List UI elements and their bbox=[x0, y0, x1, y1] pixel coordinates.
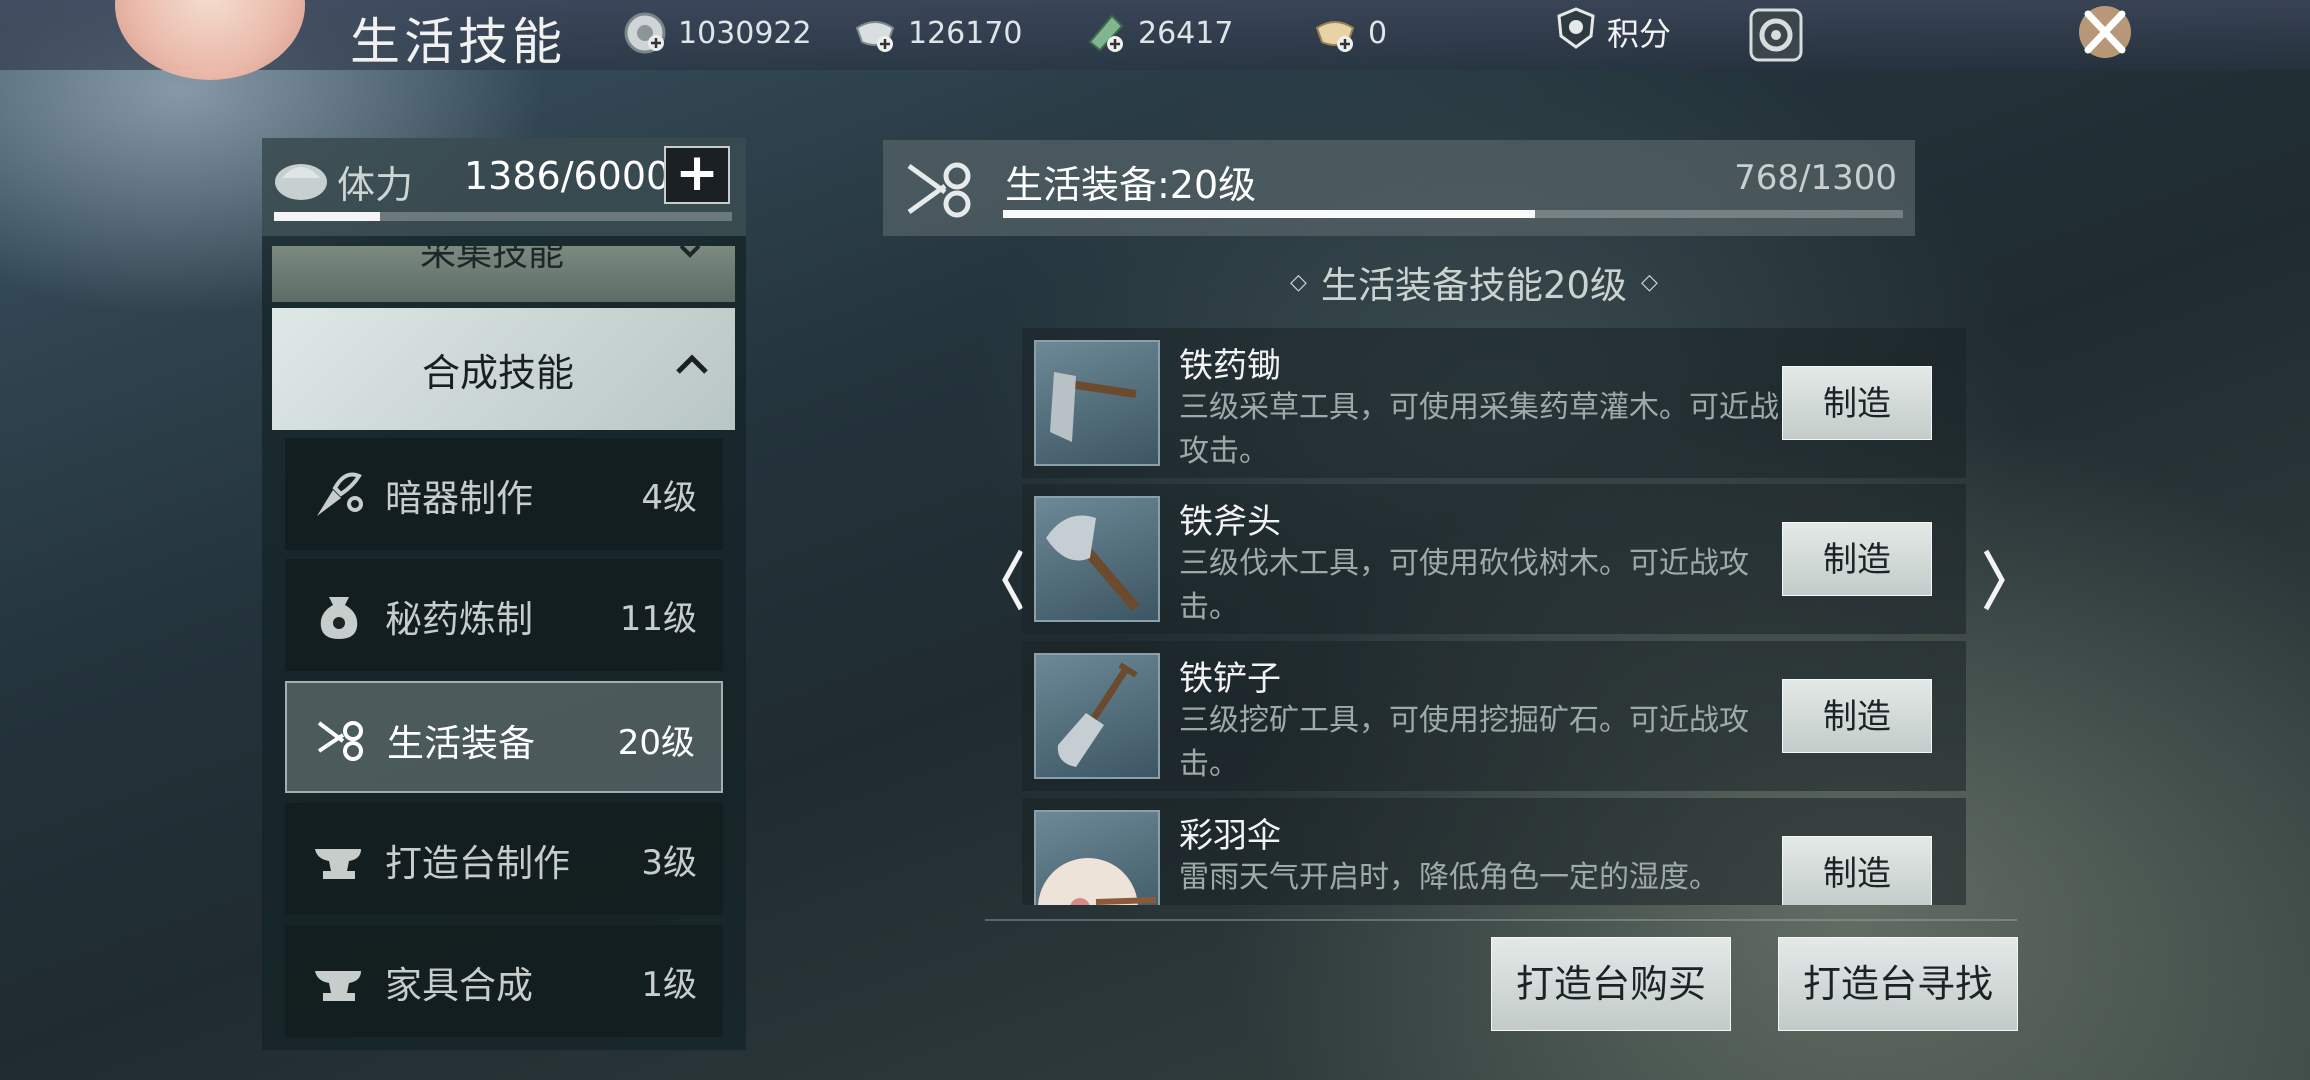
axe-icon bbox=[1034, 496, 1160, 622]
subtitle-text: 生活装备技能20级 bbox=[1320, 264, 1628, 307]
recipe-name: 铁斧头 bbox=[1179, 502, 1281, 542]
skill-level: 1级 bbox=[641, 965, 697, 1005]
craft-button[interactable]: 制造 bbox=[1782, 522, 1932, 596]
recipe-name: 铁药锄 bbox=[1179, 346, 1281, 386]
skill-level: 3级 bbox=[641, 843, 697, 883]
detail-progress-text: 768/1300 bbox=[1734, 158, 1897, 198]
recipe-item[interactable]: 铁斧头 三级伐木工具，可使用砍伐树木。可近战攻击。 制造 bbox=[1022, 484, 1966, 634]
skill-item[interactable]: 家具合成 1级 bbox=[285, 925, 723, 1037]
close-icon[interactable] bbox=[2060, 0, 2150, 70]
bun-icon bbox=[275, 164, 327, 200]
skill-level: 4级 bbox=[641, 478, 697, 518]
gear-icon[interactable] bbox=[1745, 4, 1807, 66]
craft-button[interactable]: 制造 bbox=[1782, 836, 1932, 905]
recipe-desc: 雷雨天气开启时，降低角色一定的湿度。 bbox=[1179, 860, 1719, 895]
currency-value: 126170 bbox=[908, 15, 1023, 51]
dart-icon bbox=[317, 472, 363, 516]
jade-note-icon bbox=[1082, 10, 1128, 56]
currency-value: 26417 bbox=[1138, 15, 1234, 51]
umbrella-icon bbox=[1034, 810, 1160, 905]
detail-title: 生活装备:20级 bbox=[1005, 163, 1257, 207]
skill-name: 暗器制作 bbox=[385, 477, 533, 520]
silver-ingot-icon bbox=[852, 10, 898, 56]
currency-silver: 126170 bbox=[852, 8, 1023, 58]
currency-value: 1030922 bbox=[678, 15, 812, 51]
craft-button[interactable]: 制造 bbox=[1782, 679, 1932, 753]
scissors-icon bbox=[907, 162, 971, 218]
chevron-down-icon bbox=[679, 246, 701, 258]
recipe-item[interactable]: 铁铲子 三级挖矿工具，可使用挖掘矿石。可近战攻击。 制造 bbox=[1022, 641, 1966, 791]
arrow-right-icon[interactable] bbox=[1978, 545, 2012, 615]
coin-icon bbox=[622, 10, 668, 56]
currency-value: 0 bbox=[1368, 15, 1388, 51]
craft-button[interactable]: 制造 bbox=[1782, 366, 1932, 440]
chevron-up-icon bbox=[676, 354, 708, 374]
skill-name: 家具合成 bbox=[385, 964, 533, 1007]
gold-ingot-icon bbox=[1312, 10, 1358, 56]
find-forge-button[interactable]: 打造台寻找 bbox=[1778, 937, 2018, 1031]
potion-bag-icon bbox=[320, 597, 358, 639]
shield-icon bbox=[1555, 6, 1597, 58]
recipe-desc: 三级挖矿工具，可使用挖掘矿石。可近战攻击。 bbox=[1179, 703, 1749, 782]
score-label: 积分 bbox=[1607, 15, 1672, 53]
skill-item[interactable]: 暗器制作 4级 bbox=[285, 438, 723, 550]
recipe-name: 铁铲子 bbox=[1179, 659, 1281, 699]
add-stamina-button[interactable]: + bbox=[664, 146, 730, 204]
recipe-item[interactable]: 彩羽伞 雷雨天气开启时，降低角色一定的湿度。 制造 bbox=[1022, 798, 1966, 905]
skill-item-active[interactable]: 生活装备 20级 bbox=[285, 681, 723, 793]
detail-header: 生活装备:20级 768/1300 bbox=[883, 140, 1915, 236]
stamina-bar: 体力 1386/6000 + bbox=[262, 138, 746, 236]
currency-gold: 0 bbox=[1312, 8, 1387, 58]
skill-item[interactable]: 秘药炼制 11级 bbox=[285, 559, 723, 671]
anvil-icon bbox=[315, 971, 361, 1001]
diamond-icon: ◇ bbox=[1641, 269, 1658, 295]
buy-forge-button[interactable]: 打造台购买 bbox=[1491, 937, 1731, 1031]
category-collapsed[interactable]: 采集技能 bbox=[272, 246, 735, 302]
skill-name: 打造台制作 bbox=[385, 842, 570, 885]
anvil-icon bbox=[315, 849, 361, 879]
category-label: 采集技能 bbox=[420, 246, 565, 274]
diamond-icon: ◇ bbox=[1290, 269, 1307, 295]
recipe-desc: 三级采草工具，可使用采集药草灌木。可近战攻击。 bbox=[1179, 390, 1779, 469]
skill-name: 生活装备 bbox=[387, 722, 535, 765]
currency-jade: 26417 bbox=[1082, 8, 1233, 58]
recipe-item[interactable]: 铁药锄 三级采草工具，可使用采集药草灌木。可近战攻击。 制造 bbox=[1022, 328, 1966, 478]
recipe-list[interactable]: 铁药锄 三级采草工具，可使用采集药草灌木。可近战攻击。 制造 铁斧头 三级伐木工… bbox=[1022, 328, 1972, 905]
recipe-name: 彩羽伞 bbox=[1179, 816, 1281, 856]
stamina-value: 1386/6000 bbox=[464, 154, 671, 198]
skill-level: 20级 bbox=[617, 723, 695, 763]
page-title: 生活技能 bbox=[350, 13, 566, 71]
divider bbox=[985, 919, 2017, 921]
detail-subtitle: ◇ 生活装备技能20级 ◇ bbox=[1290, 255, 1658, 309]
stamina-progress bbox=[274, 212, 732, 221]
recipe-desc: 三级伐木工具，可使用砍伐树木。可近战攻击。 bbox=[1179, 546, 1749, 625]
skill-level: 11级 bbox=[619, 599, 697, 639]
stamina-label: 体力 bbox=[337, 163, 414, 207]
currency-coin: 1030922 bbox=[622, 8, 812, 58]
scissors-icon bbox=[317, 721, 363, 761]
category-label: 合成技能 bbox=[422, 351, 575, 395]
category-open[interactable]: 合成技能 bbox=[272, 308, 735, 430]
skill-name: 秘药炼制 bbox=[385, 598, 533, 641]
skill-item[interactable]: 打造台制作 3级 bbox=[285, 803, 723, 915]
shovel-icon bbox=[1034, 653, 1160, 779]
hoe-icon bbox=[1034, 340, 1160, 466]
score-button[interactable]: 积分 bbox=[1555, 6, 1671, 58]
detail-progress-bar bbox=[1003, 210, 1903, 218]
